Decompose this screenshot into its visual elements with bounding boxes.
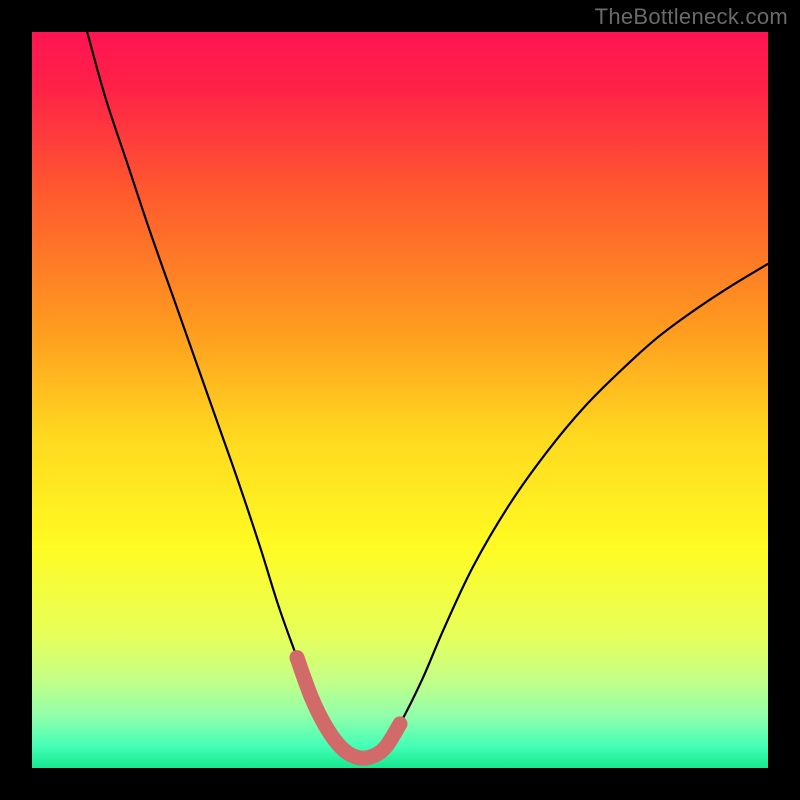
plot-area <box>32 32 768 768</box>
watermark-text: TheBottleneck.com <box>595 4 788 30</box>
gradient-background <box>32 32 768 768</box>
chart-frame: TheBottleneck.com <box>0 0 800 800</box>
chart-svg <box>32 32 768 768</box>
